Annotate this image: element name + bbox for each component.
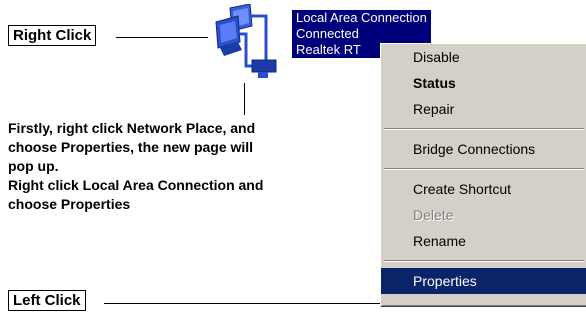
instruction-line: Firstly, right click Network Place, and [8,120,256,136]
menu-item-rename[interactable]: Rename [381,228,586,254]
menu-separator [384,260,584,262]
connection-status: Connected [296,26,359,41]
connection-name: Local Area Connection [296,10,427,25]
context-menu: Disable Status Repair Bridge Connections… [380,43,586,307]
network-connection-icon[interactable] [212,3,284,82]
right-click-leader-line [116,37,208,38]
left-click-callout: Left Click [8,290,86,311]
instruction-line: choose Properties [8,196,131,212]
instruction-line: choose Properties, the new page will [8,139,254,155]
menu-item-properties[interactable]: Properties [381,268,586,294]
menu-item-bridge-connections[interactable]: Bridge Connections [381,136,586,162]
menu-item-disable[interactable]: Disable [381,44,586,70]
icon-leader-line [244,83,245,115]
instruction-line: pop up. [8,158,59,174]
menu-item-create-shortcut[interactable]: Create Shortcut [381,176,586,202]
menu-item-repair[interactable]: Repair [381,96,586,122]
instructions-text: Firstly, right click Network Place, and … [8,119,368,214]
right-click-callout: Right Click [8,25,97,46]
instruction-line: Right click Local Area Connection and [8,177,264,193]
menu-item-delete: Delete [413,207,454,223]
menu-item-status[interactable]: Status [381,70,586,96]
menu-separator [384,128,584,130]
menu-separator [384,168,584,170]
left-click-leader-line [104,303,380,304]
